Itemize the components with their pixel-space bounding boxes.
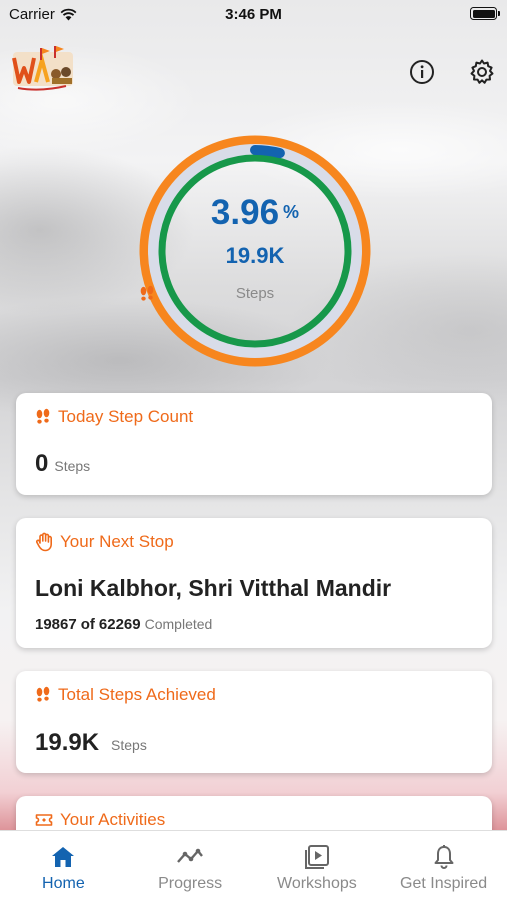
tab-home[interactable]: Home — [0, 831, 127, 900]
today-step-unit: Steps — [54, 458, 91, 474]
battery-icon — [470, 7, 500, 20]
ticket-icon — [35, 814, 53, 826]
ring-progress-arc — [250, 145, 285, 159]
total-steps-card[interactable]: Total Steps Achieved 19.9K Steps — [16, 671, 492, 773]
footprints-icon — [36, 686, 50, 702]
tab-workshops[interactable]: Workshops — [254, 831, 381, 900]
tab-progress[interactable]: Progress — [127, 831, 254, 900]
footprints-icon — [140, 285, 154, 301]
home-icon — [52, 847, 75, 867]
play-icon — [304, 845, 329, 869]
tab-label: Progress — [158, 875, 223, 892]
footprints-icon — [36, 408, 50, 424]
hand-icon — [35, 532, 52, 552]
bottom-tab-bar: Home Progress Workshops Get Inspired — [0, 830, 507, 900]
card-title: Today Step Count — [58, 407, 194, 426]
card-header: Total Steps Achieved — [35, 685, 216, 705]
card-title: Total Steps Achieved — [58, 685, 216, 704]
card-title: Your Activities — [60, 810, 166, 829]
next-stop-place: Loni Kalbhor, Shri Vitthal Mandir — [35, 575, 392, 601]
progress-percent: 3.96% — [139, 193, 371, 233]
next-stop-card[interactable]: Your Next Stop Loni Kalbhor, Shri Vittha… — [16, 518, 492, 648]
info-button[interactable] — [407, 57, 437, 87]
today-step-card[interactable]: Today Step Count 0 Steps — [16, 393, 492, 495]
percent-value: 3.96 — [210, 193, 280, 232]
card-header: Today Step Count — [35, 407, 193, 427]
tab-label: Get Inspired — [400, 875, 488, 892]
completed-label: Completed — [144, 616, 213, 632]
ring-label-text: Steps — [235, 285, 275, 302]
today-step-value: 0 — [35, 450, 49, 477]
tab-label: Workshops — [277, 875, 357, 892]
settings-button[interactable] — [467, 57, 497, 87]
card-header: Your Next Stop — [35, 532, 174, 552]
tab-label: Home — [42, 875, 85, 892]
info-icon — [410, 60, 434, 84]
next-stop-progress: 19867 of 62269 Completed — [35, 616, 212, 633]
gear-icon — [470, 59, 494, 84]
wari-logo-icon — [10, 42, 76, 92]
clock: 3:46 PM — [225, 6, 282, 23]
percent-sign: % — [283, 202, 300, 222]
steps-done: 19867 — [35, 616, 77, 633]
total-step-unit: Steps — [111, 737, 147, 753]
card-title: Your Next Stop — [60, 532, 174, 551]
ring-step-total: 19.9K — [225, 243, 285, 268]
total-step-value: 19.9K — [35, 729, 100, 756]
ring-steps-label: Steps — [139, 285, 371, 302]
tab-get-inspired[interactable]: Get Inspired — [380, 831, 507, 900]
status-bar: Carrier 3:46 PM — [0, 0, 507, 30]
of-word: of — [80, 616, 95, 633]
card-header: Your Activities — [35, 810, 165, 830]
steps-total: 62269 — [98, 616, 141, 633]
bell-icon — [434, 845, 454, 869]
trend-icon — [177, 848, 204, 863]
step-progress-ring: 3.96% 19.9K Steps — [139, 135, 371, 367]
